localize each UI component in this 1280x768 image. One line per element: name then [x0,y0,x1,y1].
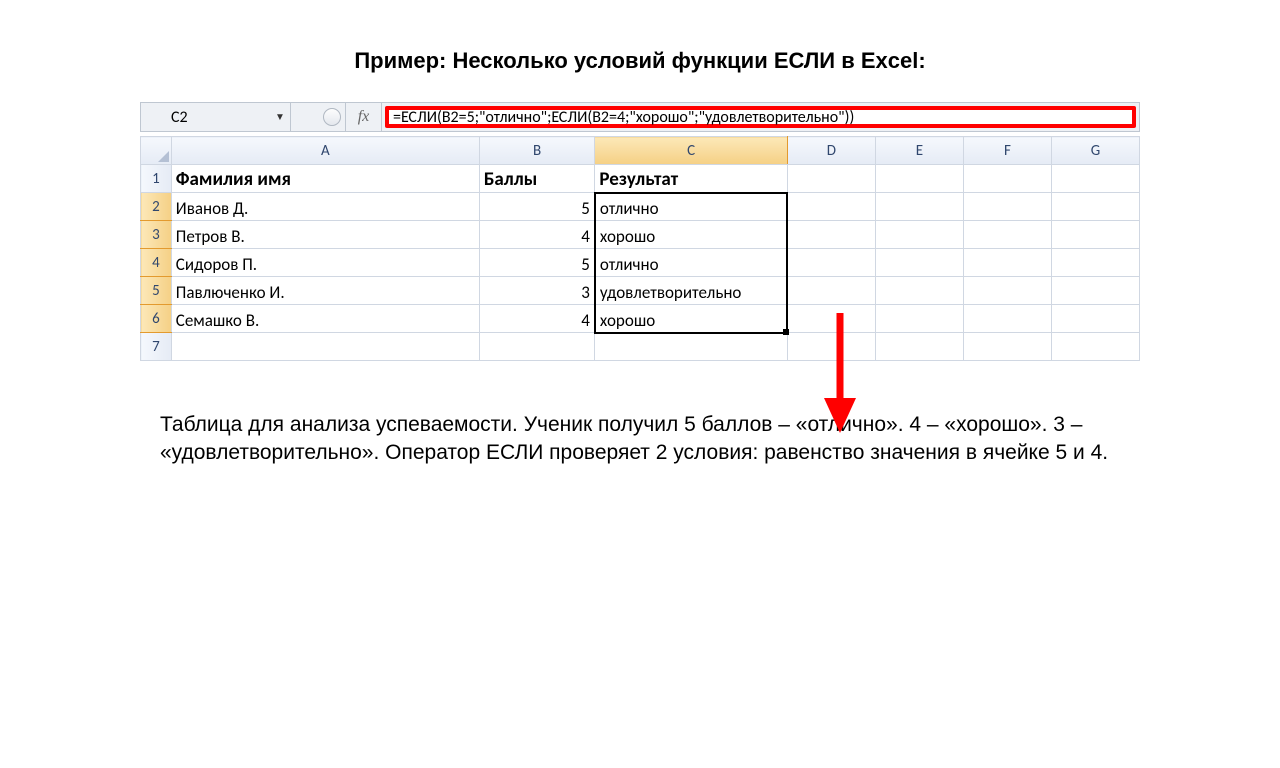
cell[interactable] [171,333,479,361]
cell-C5[interactable]: удовлетворительно [595,277,788,305]
table-row: 3 Петров В. 4 хорошо [141,221,1140,249]
cell-A6[interactable]: Семашко В. [171,305,479,333]
row-header[interactable]: 7 [141,333,172,361]
row-header[interactable]: 4 [141,249,172,277]
cell[interactable] [963,165,1051,193]
formula-input[interactable]: =ЕСЛИ(B2=5;"отлично";ЕСЛИ(B2=4;"хорошо";… [385,106,1136,128]
excel-frame: C2 ▼ fx =ЕСЛИ(B2=5;"отлично";ЕСЛИ(B2=4;"… [140,102,1140,361]
formula-bar: C2 ▼ fx =ЕСЛИ(B2=5;"отлично";ЕСЛИ(B2=4;"… [140,102,1140,132]
table-row: 4 Сидоров П. 5 отлично [141,249,1140,277]
row-header[interactable]: 1 [141,165,172,193]
cell-A2[interactable]: Иванов Д. [171,193,479,221]
cell[interactable] [1051,305,1139,333]
cell-B2[interactable]: 5 [479,193,595,221]
cell-B4[interactable]: 5 [479,249,595,277]
cell[interactable] [875,193,963,221]
cell-C2[interactable]: отлично [595,193,788,221]
cell[interactable] [875,221,963,249]
page-title: Пример: Несколько условий функции ЕСЛИ в… [0,48,1280,74]
cell[interactable] [963,277,1051,305]
table-row: 2 Иванов Д. 5 отлично [141,193,1140,221]
table-row: 7 [141,333,1140,361]
cell[interactable] [875,305,963,333]
name-box[interactable]: C2 ▼ [141,103,291,131]
name-box-value: C2 [171,108,270,127]
cell[interactable] [1051,249,1139,277]
cell-A3[interactable]: Петров В. [171,221,479,249]
row-header[interactable]: 3 [141,221,172,249]
cell[interactable] [787,333,875,361]
cell[interactable] [963,333,1051,361]
table-row: 5 Павлюченко И. 3 удовлетворительно [141,277,1140,305]
cell-B6[interactable]: 4 [479,305,595,333]
cell-A1[interactable]: Фамилия имя [171,165,479,193]
select-all-corner[interactable] [141,137,172,165]
cell[interactable] [1051,277,1139,305]
cell-B1[interactable]: Баллы [479,165,595,193]
cell[interactable] [963,305,1051,333]
cancel-enter-icon [323,108,341,126]
col-header-A[interactable]: A [171,137,479,165]
cell[interactable] [875,277,963,305]
formula-fn-area [291,103,346,131]
cell-B5[interactable]: 3 [479,277,595,305]
cell[interactable] [1051,165,1139,193]
cell[interactable] [787,165,875,193]
col-header-G[interactable]: G [1051,137,1139,165]
cell[interactable] [787,277,875,305]
cell-A5[interactable]: Павлюченко И. [171,277,479,305]
cell[interactable] [875,165,963,193]
spreadsheet-grid[interactable]: A B C D E F G 1 Фамилия имя Баллы Резуль… [140,136,1140,361]
cell[interactable] [595,333,788,361]
cell-C6[interactable]: хорошо [595,305,788,333]
cell[interactable] [875,333,963,361]
col-header-B[interactable]: B [479,137,595,165]
cell[interactable] [787,305,875,333]
cell-A4[interactable]: Сидоров П. [171,249,479,277]
fx-button[interactable]: fx [346,103,382,131]
row-header[interactable]: 2 [141,193,172,221]
col-header-E[interactable]: E [875,137,963,165]
cell[interactable] [787,193,875,221]
cell[interactable] [787,249,875,277]
table-row: 1 Фамилия имя Баллы Результат [141,165,1140,193]
description-text: Таблица для анализа успеваемости. Ученик… [160,411,1120,468]
col-header-F[interactable]: F [963,137,1051,165]
cell[interactable] [963,221,1051,249]
cell-C3[interactable]: хорошо [595,221,788,249]
cell[interactable] [1051,193,1139,221]
row-header[interactable]: 6 [141,305,172,333]
col-header-D[interactable]: D [787,137,875,165]
cell-C1[interactable]: Результат [595,165,788,193]
cell[interactable] [1051,333,1139,361]
cell[interactable] [875,249,963,277]
col-header-C[interactable]: C [595,137,788,165]
chevron-down-icon[interactable]: ▼ [270,112,290,123]
cell[interactable] [1051,221,1139,249]
table-row: 6 Семашко В. 4 хорошо [141,305,1140,333]
row-header[interactable]: 5 [141,277,172,305]
cell[interactable] [479,333,595,361]
cell-C4[interactable]: отлично [595,249,788,277]
cell[interactable] [787,221,875,249]
cell-B3[interactable]: 4 [479,221,595,249]
cell[interactable] [963,249,1051,277]
cell[interactable] [963,193,1051,221]
